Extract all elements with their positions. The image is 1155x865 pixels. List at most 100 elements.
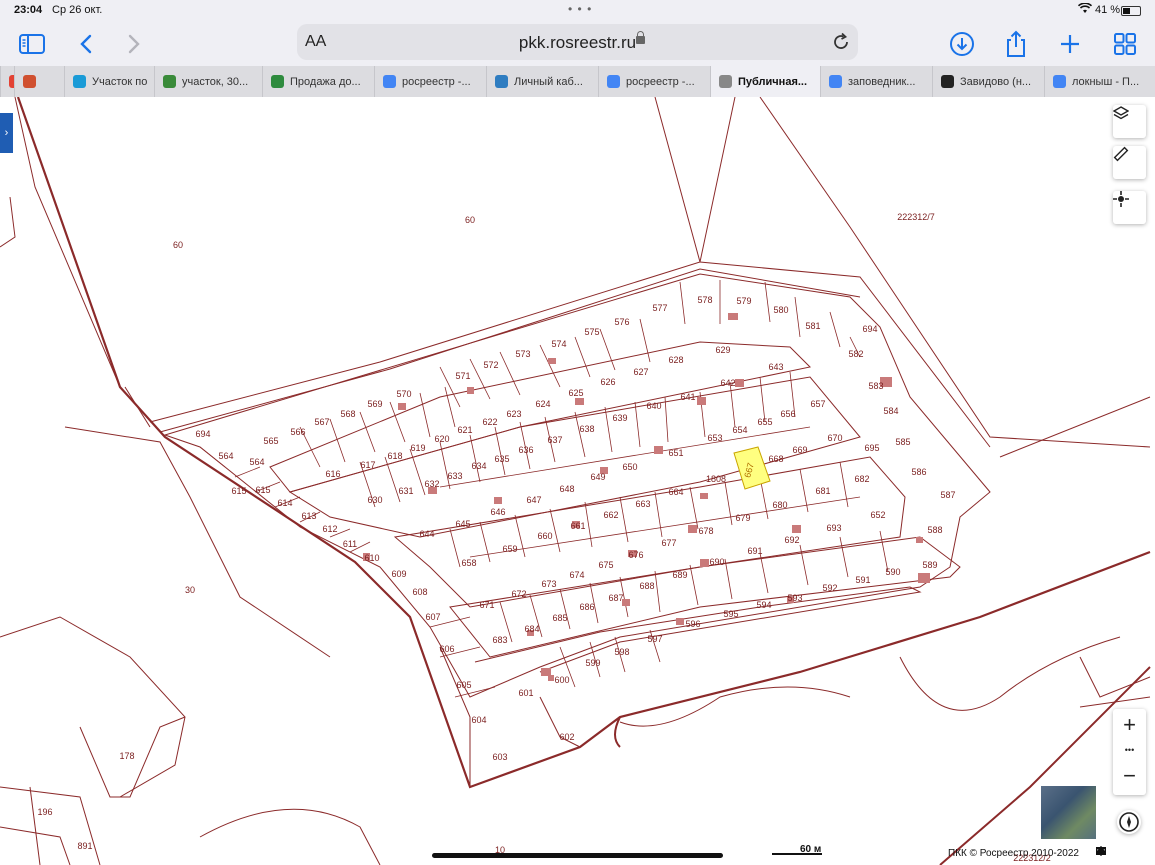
parcel-label[interactable]: 651: [668, 448, 683, 458]
reload-icon[interactable]: [831, 32, 851, 57]
parcel-label[interactable]: 679: [735, 513, 750, 523]
parcel-label[interactable]: 656: [780, 409, 795, 419]
parcel-label[interactable]: 623: [506, 409, 521, 419]
tab-5[interactable]: росреестр -...: [374, 66, 487, 97]
parcel-label[interactable]: 638: [579, 424, 594, 434]
parcel-label[interactable]: 620: [434, 434, 449, 444]
zoom-out-button[interactable]: −: [1113, 763, 1146, 789]
parcel-label[interactable]: 647: [526, 495, 541, 505]
parcel-label[interactable]: 646: [490, 507, 505, 517]
basemap-thumbnail[interactable]: [1041, 786, 1096, 839]
cadastral-map[interactable]: 667 60 60 222312/7 30 178 196 891 10 222312/2 57…: [0, 97, 1155, 865]
parcel-label[interactable]: 593: [787, 593, 802, 603]
parcel-label[interactable]: 650: [622, 462, 637, 472]
compass-button[interactable]: [1117, 810, 1141, 834]
parcel-label[interactable]: 676: [628, 550, 643, 560]
parcel-label[interactable]: 695: [864, 443, 879, 453]
parcel-label[interactable]: 622: [482, 417, 497, 427]
parcel-label[interactable]: 579: [736, 296, 751, 306]
parcel-label[interactable]: 671: [479, 600, 494, 610]
parcel-label[interactable]: 608: [412, 587, 427, 597]
parcel-label[interactable]: 611: [343, 539, 357, 549]
parcel-label[interactable]: 680: [772, 500, 787, 510]
tab-3[interactable]: участок, 30...: [154, 66, 263, 97]
parcel-label[interactable]: 584: [883, 406, 898, 416]
parcel-label[interactable]: 640: [646, 401, 661, 411]
url-text[interactable]: pkk.rosreestr.ru: [297, 33, 858, 53]
parcel-label[interactable]: 567: [314, 417, 329, 427]
parcel-label[interactable]: 615: [231, 486, 246, 496]
zoom-more-button[interactable]: •••: [1113, 745, 1146, 755]
parcel-label[interactable]: 580: [773, 305, 788, 315]
parcel-label[interactable]: 568: [340, 409, 355, 419]
parcel-label[interactable]: 662: [603, 510, 618, 520]
parcel-label[interactable]: 614: [277, 498, 292, 508]
parcel-label[interactable]: 588: [927, 525, 942, 535]
parcel-label[interactable]: 607: [425, 612, 440, 622]
parcel-label[interactable]: 617: [360, 460, 375, 470]
parcel-label[interactable]: 694: [195, 429, 210, 439]
parcel-label[interactable]: 682: [854, 474, 869, 484]
parcel-label[interactable]: 658: [461, 558, 476, 568]
parcel-label[interactable]: 566: [290, 427, 305, 437]
tab-8[interactable]: Публичная...: [710, 66, 821, 97]
parcel-label[interactable]: 629: [715, 345, 730, 355]
parcel-label[interactable]: 589: [922, 560, 937, 570]
side-panel-toggle[interactable]: ›: [0, 113, 13, 153]
parcel-label[interactable]: 595: [723, 609, 738, 619]
parcel-label[interactable]: 633: [447, 471, 462, 481]
parcel-label[interactable]: 613: [301, 511, 316, 521]
parcel-label[interactable]: 631: [398, 486, 413, 496]
parcel-label[interactable]: 654: [732, 425, 747, 435]
parcel-label[interactable]: 635: [494, 454, 509, 464]
parcel-label[interactable]: 694: [862, 324, 877, 334]
parcel-label[interactable]: 660: [537, 531, 552, 541]
parcel-label[interactable]: 630: [367, 495, 382, 505]
parcel-label[interactable]: 596: [685, 619, 700, 629]
parcel-label[interactable]: 564: [218, 451, 233, 461]
parcel-label[interactable]: 687: [608, 593, 623, 603]
locate-button[interactable]: [1113, 191, 1146, 224]
parcel-label[interactable]: 577: [652, 303, 667, 313]
parcel-label[interactable]: 576: [614, 317, 629, 327]
parcel-label[interactable]: 649: [590, 472, 605, 482]
parcel-label[interactable]: 685: [552, 613, 567, 623]
parcel-label[interactable]: 601: [518, 688, 533, 698]
parcel-label[interactable]: 641: [680, 392, 695, 402]
parcel-label[interactable]: 672: [511, 589, 526, 599]
parcel-label[interactable]: 1808: [706, 474, 726, 484]
parcel-label[interactable]: 632: [424, 479, 439, 489]
parcel-label[interactable]: 689: [672, 570, 687, 580]
parcel-label[interactable]: 628: [668, 355, 683, 365]
parcel-label[interactable]: 583: [868, 381, 883, 391]
parcel-label[interactable]: 602: [559, 732, 574, 742]
parcel-label[interactable]: 574: [551, 339, 566, 349]
layers-button[interactable]: [1113, 105, 1146, 138]
tab-overview-icon[interactable]: [1111, 30, 1139, 58]
tab-11[interactable]: локныш - П...: [1044, 66, 1155, 97]
parcel-label[interactable]: 668: [768, 454, 783, 464]
parcel-label[interactable]: 669: [792, 445, 807, 455]
tab-6[interactable]: Личный каб...: [486, 66, 599, 97]
parcel-label[interactable]: 693: [826, 523, 841, 533]
parcel-label[interactable]: 569: [367, 399, 382, 409]
parcel-label[interactable]: 653: [707, 433, 722, 443]
parcel-label[interactable]: 575: [584, 327, 599, 337]
multitask-dots[interactable]: • • •: [568, 2, 592, 16]
map-canvas[interactable]: 667 6060222312/730178196891 10222312/2 57…: [0, 97, 1155, 865]
parcel-label[interactable]: 625: [568, 388, 583, 398]
parcel-label[interactable]: 564: [249, 457, 264, 467]
tab-7[interactable]: росреестр -...: [598, 66, 711, 97]
parcel-label[interactable]: 619: [410, 443, 425, 453]
parcel-label[interactable]: 645: [455, 519, 470, 529]
tab-2[interactable]: Участок по: [64, 66, 155, 97]
tab-9[interactable]: заповедник...: [820, 66, 933, 97]
parcel-label[interactable]: 691: [747, 546, 762, 556]
parcel-label[interactable]: 615: [255, 485, 270, 495]
parcel-label[interactable]: 597: [647, 634, 662, 644]
parcel-label[interactable]: 677: [661, 538, 676, 548]
parcel-label[interactable]: 688: [639, 581, 654, 591]
parcel-label[interactable]: 644: [419, 529, 434, 539]
measure-button[interactable]: [1113, 146, 1146, 179]
parcel-label[interactable]: 627: [633, 367, 648, 377]
